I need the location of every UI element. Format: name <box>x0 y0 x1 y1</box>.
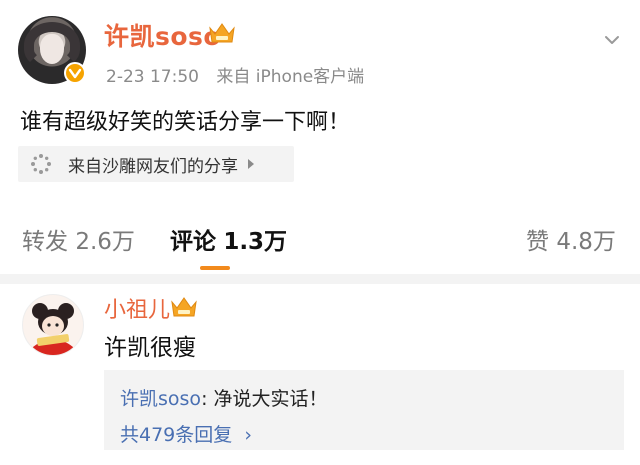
post-time: 2-23 17:50 <box>106 67 199 87</box>
comment-author-name: 小祖儿 <box>104 298 171 323</box>
avatar[interactable] <box>22 294 84 356</box>
view-replies-label: 共479条回复 <box>120 424 233 446</box>
view-replies-link[interactable]: 共479条回复 › <box>120 420 252 447</box>
vip-crown-icon <box>209 23 235 43</box>
reply-line: 许凯soso: 净说大实话！ <box>120 384 328 411</box>
post-text: 谁有超级好笑的笑话分享一下啊！ <box>20 110 351 135</box>
share-source-text: 来自沙雕网友们的分享 <box>68 156 238 177</box>
post-author[interactable]: 许凯soso <box>104 17 221 53</box>
comment-item: 小祖儿 许凯很瘦 许凯soso: 净说大实话！ 共479条回复 › <box>0 284 640 465</box>
tab-likes[interactable]: 赞 4.8万 <box>526 222 616 256</box>
post-client: 来自 iPhone客户端 <box>216 67 365 87</box>
commenter-avatar-illustration <box>23 295 83 355</box>
reply-author[interactable]: 许凯soso <box>120 388 201 410</box>
reply-separator: : <box>201 388 214 410</box>
triangle-right-icon <box>248 159 254 169</box>
comment-author[interactable]: 小祖儿 <box>104 292 170 324</box>
active-tab-indicator <box>200 266 230 270</box>
vip-crown-icon <box>171 297 197 317</box>
share-source-chip[interactable]: 来自沙雕网友们的分享 <box>18 146 294 182</box>
comment-text: 许凯很瘦 <box>104 335 196 361</box>
tab-repost-count: 2.6万 <box>75 229 135 255</box>
reply-preview[interactable]: 许凯soso: 净说大实话！ 共479条回复 › <box>104 370 624 450</box>
section-divider <box>0 274 640 284</box>
tab-likes-count: 4.8万 <box>556 229 616 255</box>
tab-comments-label: 评论 <box>170 229 216 255</box>
chevron-down-icon[interactable] <box>602 30 622 50</box>
loading-spinner-icon <box>31 154 51 174</box>
tab-comments[interactable]: 评论 1.3万 <box>170 222 287 256</box>
tab-likes-label: 赞 <box>526 229 549 255</box>
avatar-face <box>40 34 64 64</box>
tab-comments-count: 1.3万 <box>223 229 288 255</box>
post-tabs: 转发 2.6万 评论 1.3万 赞 4.8万 <box>0 200 640 270</box>
chevron-right-icon: › <box>244 424 252 446</box>
tab-repost-label: 转发 <box>22 229 68 255</box>
weibo-post: 许凯soso 2-23 17:50 来自 iPhone客户端 谁有超级好笑的笑话… <box>0 0 640 200</box>
tab-repost[interactable]: 转发 2.6万 <box>22 222 135 256</box>
post-meta: 2-23 17:50 来自 iPhone客户端 <box>106 62 364 87</box>
verified-badge-icon <box>64 62 86 84</box>
reply-text: 净说大实话！ <box>213 388 328 410</box>
